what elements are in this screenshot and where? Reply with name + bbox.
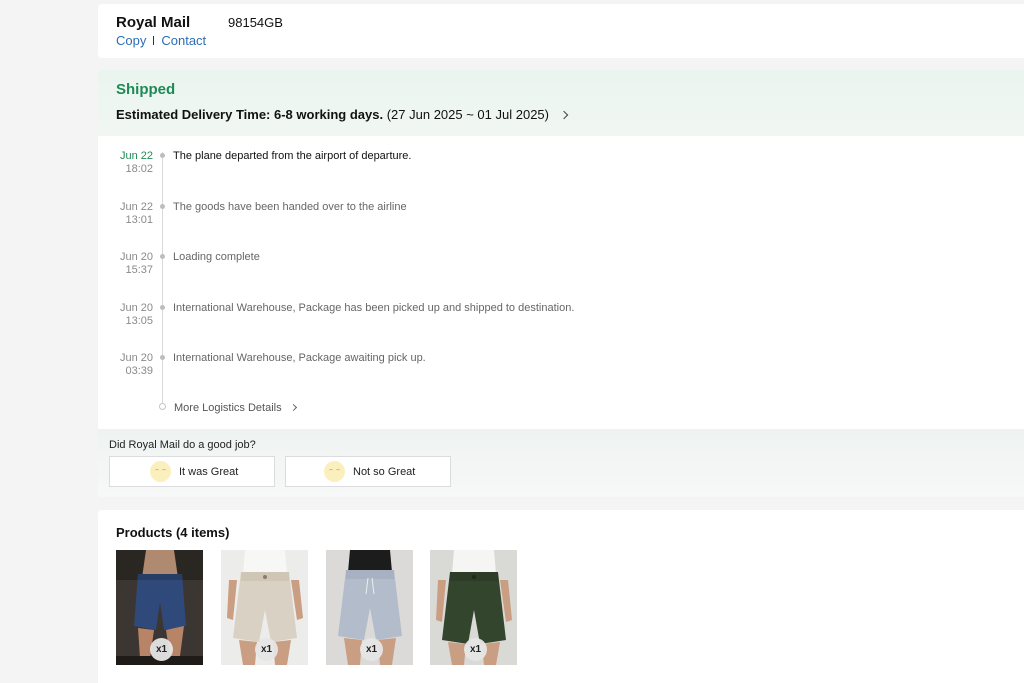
timeline-event: Jun 20 13:05 International Warehouse, Pa… (98, 302, 1024, 342)
eta-range: (27 Jun 2025 ~ 01 Jul 2025) (386, 107, 549, 122)
divider (153, 36, 155, 45)
carrier-card: Royal Mail 98154GB Copy Contact (98, 4, 1024, 58)
copy-link[interactable]: Copy (116, 33, 146, 48)
timeline-end-dot-icon (159, 403, 166, 410)
quantity-badge: x1 (360, 638, 383, 661)
product-thumbnail[interactable]: x1 (430, 550, 517, 665)
event-description: International Warehouse, Package has bee… (173, 302, 575, 314)
timeline-dot-icon (160, 153, 165, 158)
event-day: Jun 20 (119, 302, 153, 314)
product-thumbnail[interactable]: x1 (326, 550, 413, 665)
not-so-great-button[interactable]: Not so Great (285, 456, 451, 487)
event-day: Jun 22 (119, 150, 153, 162)
event-day: Jun 20 (119, 251, 153, 263)
event-time: 03:39 (125, 365, 153, 377)
event-date: Jun 20 13:05 (98, 302, 153, 327)
carrier-feedback: Did Royal Mail do a good job? It was Gre… (98, 429, 1024, 497)
event-description: The plane departed from the airport of d… (173, 150, 412, 162)
quantity-badge: x1 (464, 638, 487, 661)
timeline-event: Jun 22 18:02 The plane departed from the… (98, 150, 1024, 190)
products-card: Products (4 items) x1 x1 x1 x1 (98, 510, 1024, 683)
status-card: Shipped Estimated Delivery Time: 6-8 wor… (98, 70, 1024, 497)
quantity-badge: x1 (255, 638, 278, 661)
event-time: 18:02 (125, 163, 153, 175)
event-date: Jun 22 18:02 (98, 150, 153, 175)
unhappy-face-icon (324, 461, 345, 482)
event-description: The goods have been handed over to the a… (173, 201, 407, 213)
eta-label: Estimated Delivery Time: 6-8 working day… (116, 107, 384, 122)
shipment-status: Shipped (116, 81, 176, 98)
great-label: It was Great (179, 465, 239, 478)
timeline-dot-icon (160, 204, 165, 209)
event-day: Jun 22 (119, 201, 153, 213)
product-thumbnail[interactable]: x1 (221, 550, 308, 665)
tracking-number: 98154GB (228, 15, 283, 30)
happy-face-icon (150, 461, 171, 482)
event-time: 13:05 (125, 315, 153, 327)
event-date: Jun 20 15:37 (98, 251, 153, 276)
timeline-event: Jun 22 13:01 The goods have been handed … (98, 201, 1024, 241)
more-logistics-row: More Logistics Details (98, 402, 1024, 418)
carrier-name: Royal Mail (116, 14, 191, 31)
timeline-dot-icon (160, 355, 165, 360)
event-day: Jun 20 (119, 352, 153, 364)
quantity-badge: x1 (150, 638, 173, 661)
contact-link[interactable]: Contact (161, 33, 206, 48)
event-date: Jun 22 13:01 (98, 201, 153, 226)
bad-label: Not so Great (353, 465, 416, 478)
event-date: Jun 20 03:39 (98, 352, 153, 377)
timeline-dot-icon (160, 305, 165, 310)
event-time: 13:01 (125, 214, 153, 226)
logistics-timeline: Jun 22 18:02 The plane departed from the… (98, 136, 1024, 429)
status-header: Shipped Estimated Delivery Time: 6-8 wor… (98, 70, 1024, 136)
carrier-actions: Copy Contact (116, 33, 206, 48)
estimated-delivery[interactable]: Estimated Delivery Time: 6-8 working day… (116, 107, 568, 122)
event-description: Loading complete (173, 251, 260, 263)
chevron-right-icon (559, 110, 568, 120)
more-logistics-details-link[interactable]: More Logistics Details (174, 402, 297, 414)
event-time: 15:37 (125, 264, 153, 276)
timeline-dot-icon (160, 254, 165, 259)
timeline-event: Jun 20 15:37 Loading complete (98, 251, 1024, 291)
timeline-event: Jun 20 03:39 International Warehouse, Pa… (98, 352, 1024, 392)
it-was-great-button[interactable]: It was Great (109, 456, 275, 487)
more-logistics-label: More Logistics Details (174, 402, 282, 414)
feedback-question: Did Royal Mail do a good job? (109, 439, 256, 451)
event-description: International Warehouse, Package awaitin… (173, 352, 426, 364)
product-thumbnail[interactable]: x1 (116, 550, 203, 665)
chevron-right-icon (289, 403, 297, 412)
products-title: Products (4 items) (116, 525, 230, 540)
